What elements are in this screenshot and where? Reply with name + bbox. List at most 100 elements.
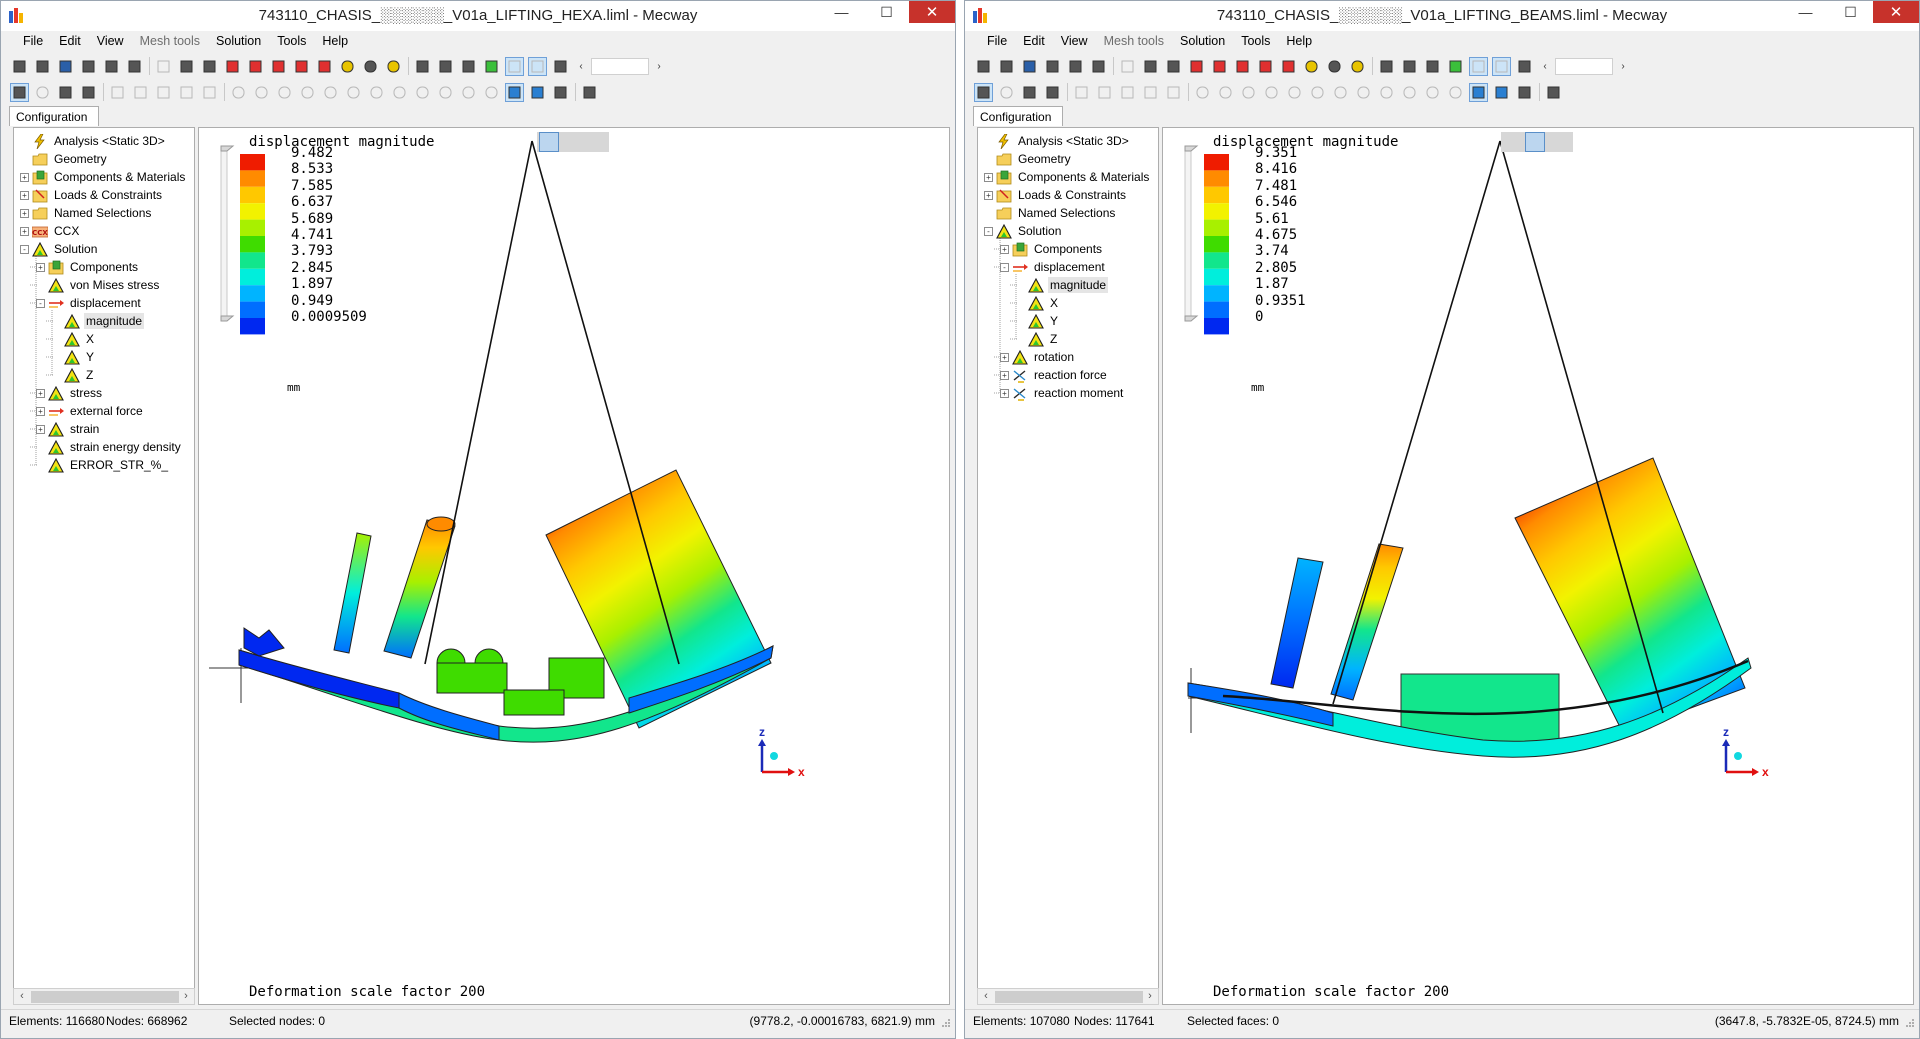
node-icon[interactable]: [230, 84, 247, 101]
tree-item-y[interactable]: Y: [1016, 312, 1060, 330]
legend-max-handle[interactable]: [1184, 145, 1199, 152]
cube-red-icon[interactable]: [224, 58, 241, 75]
surface-blue-icon-2[interactable]: [1493, 84, 1510, 101]
save-icon[interactable]: [57, 58, 74, 75]
tree-horizontal-scrollbar[interactable]: ‹ ›: [13, 988, 195, 1005]
collapse-icon[interactable]: -: [1000, 262, 1009, 272]
hide-element-icon[interactable]: [1142, 58, 1159, 75]
delete-icon[interactable]: [178, 84, 195, 101]
tree-item-z[interactable]: Z: [1016, 330, 1059, 348]
legend-min-handle[interactable]: [1184, 315, 1199, 322]
cube-red-icon-2[interactable]: [1211, 58, 1228, 75]
align-icon[interactable]: [201, 84, 218, 101]
delete-icon[interactable]: [1142, 84, 1159, 101]
node-icon-5[interactable]: [322, 84, 339, 101]
tree-item-error-str[interactable]: ERROR_STR_%_: [36, 456, 170, 474]
tab-configuration[interactable]: Configuration: [9, 106, 99, 126]
expand-icon[interactable]: +: [36, 424, 45, 434]
select-node-icon[interactable]: [998, 84, 1015, 101]
scroll-right-arrow[interactable]: ›: [1142, 989, 1158, 1004]
tree-item-strain[interactable]: + strain: [36, 420, 101, 438]
scroll-left-arrow[interactable]: ‹: [14, 989, 30, 1004]
explode-icon[interactable]: [1073, 84, 1090, 101]
collapse-icon[interactable]: -: [36, 298, 45, 308]
node-icon-10[interactable]: [1401, 84, 1418, 101]
node-icon-9[interactable]: [414, 84, 431, 101]
mesh-icon[interactable]: [552, 58, 569, 75]
maximize-button[interactable]: ☐: [864, 1, 909, 23]
shaded-view-button[interactable]: [1525, 132, 1545, 152]
node-icon-7[interactable]: [368, 84, 385, 101]
grid-icon[interactable]: [1516, 84, 1533, 101]
cube-red-icon[interactable]: [1188, 58, 1205, 75]
menu-file[interactable]: File: [15, 32, 51, 52]
legend-max-handle[interactable]: [220, 145, 235, 152]
expand-icon[interactable]: +: [20, 226, 29, 236]
toolbar-left-arrow[interactable]: ‹: [1539, 61, 1551, 72]
node-icon-6[interactable]: [1309, 84, 1326, 101]
node-icon-8[interactable]: [1355, 84, 1372, 101]
menu-mesh-tools[interactable]: Mesh tools: [1096, 32, 1172, 52]
select-face-icon[interactable]: [80, 84, 97, 101]
tree-item-loads-constraints[interactable]: + Loads & Constraints: [20, 186, 164, 204]
select-element-icon[interactable]: [1021, 84, 1038, 101]
tree-item-magnitude[interactable]: magnitude: [1016, 276, 1109, 294]
tree-item-reaction-force[interactable]: + reaction force: [1000, 366, 1109, 384]
expand-icon[interactable]: +: [20, 208, 29, 218]
align-icon[interactable]: [1165, 84, 1182, 101]
scroll-right-arrow[interactable]: ›: [178, 989, 194, 1004]
zoom-icon[interactable]: [339, 58, 356, 75]
new-file-icon[interactable]: [975, 58, 992, 75]
legend-min-handle[interactable]: [220, 315, 235, 322]
tree-item-y[interactable]: Y: [52, 348, 96, 366]
expand-icon[interactable]: +: [1000, 352, 1009, 362]
tree-item-named-selections[interactable]: Named Selections: [984, 204, 1117, 222]
expand-icon[interactable]: +: [20, 190, 29, 200]
expand-icon[interactable]: +: [1000, 388, 1009, 398]
tree-item-ccx[interactable]: + CCX CCX: [20, 222, 81, 240]
menu-edit[interactable]: Edit: [1015, 32, 1053, 52]
surface-blue-icon[interactable]: [505, 82, 524, 102]
new-file-icon[interactable]: [11, 58, 28, 75]
view-box-icon[interactable]: [505, 56, 524, 76]
view-combo[interactable]: [591, 57, 649, 75]
wireframe-box-icon[interactable]: [155, 58, 172, 75]
node-icon-11[interactable]: [460, 84, 477, 101]
tree-item-magnitude[interactable]: magnitude: [52, 312, 145, 330]
open-file-icon[interactable]: [998, 58, 1015, 75]
node-icon-3[interactable]: [1240, 84, 1257, 101]
mesh-icon[interactable]: [1516, 58, 1533, 75]
select-pointer-icon[interactable]: [10, 82, 29, 102]
menu-file[interactable]: File: [979, 32, 1015, 52]
cube-red-icon-4[interactable]: [1257, 58, 1274, 75]
legend-slider-track[interactable]: [220, 149, 228, 321]
expand-icon[interactable]: +: [984, 190, 993, 200]
redo-icon[interactable]: [1067, 58, 1084, 75]
select-element-icon[interactable]: [57, 84, 74, 101]
wireframe-view-button[interactable]: [1504, 133, 1522, 151]
undo-icon[interactable]: [1044, 58, 1061, 75]
view-combo[interactable]: [1555, 57, 1613, 75]
surface-blue-icon[interactable]: [1469, 82, 1488, 102]
node-icon[interactable]: [1194, 84, 1211, 101]
zoom-extents-icon[interactable]: [1349, 58, 1366, 75]
view-dropdown-icon[interactable]: [1401, 58, 1418, 75]
wireframe-view-button[interactable]: [539, 132, 559, 152]
surface-green-icon[interactable]: [483, 58, 500, 75]
view-dropdown-icon[interactable]: [437, 58, 454, 75]
box-icon[interactable]: [1096, 84, 1113, 101]
tree-item-solution[interactable]: - Solution: [984, 222, 1063, 240]
cube-red-icon-5[interactable]: [316, 58, 333, 75]
tree-item-stress[interactable]: + stress: [36, 384, 104, 402]
tree-item-von-mises-stress[interactable]: von Mises stress: [36, 276, 161, 294]
cube-red-icon-3[interactable]: [270, 58, 287, 75]
tree-item-rotation[interactable]: + rotation: [1000, 348, 1076, 366]
paint-icon[interactable]: [460, 58, 477, 75]
cube-outline-icon[interactable]: [1119, 84, 1136, 101]
surface-green-icon[interactable]: [1447, 58, 1464, 75]
collapse-icon[interactable]: -: [20, 244, 29, 254]
view-box-icon-2[interactable]: [528, 56, 547, 76]
toolbar-right-arrow[interactable]: ›: [653, 61, 665, 72]
minimize-button[interactable]: —: [819, 1, 864, 23]
tree-item-x[interactable]: X: [52, 330, 96, 348]
